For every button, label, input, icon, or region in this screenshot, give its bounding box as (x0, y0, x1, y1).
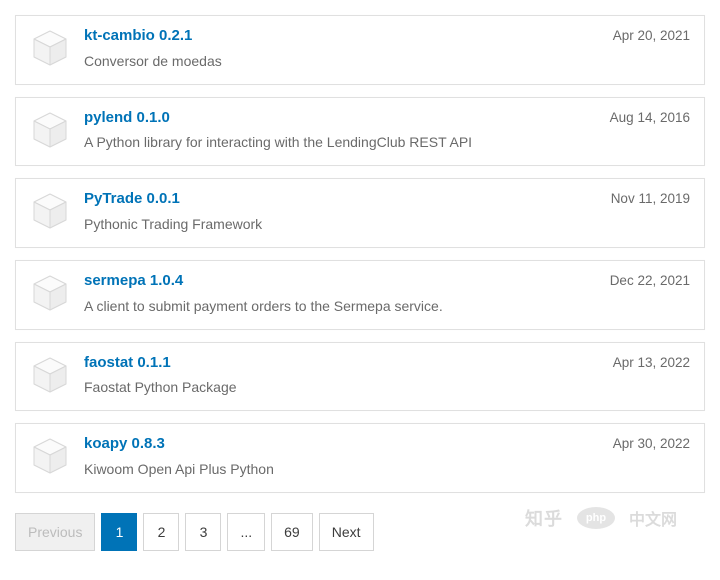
package-card[interactable]: sermepa 1.0.4 A client to submit payment … (15, 260, 705, 330)
pagination-page-3[interactable]: 3 (185, 513, 221, 551)
package-cube-icon (30, 191, 70, 231)
package-date: Apr 20, 2021 (601, 26, 690, 43)
package-description: A Python library for interacting with th… (84, 133, 598, 151)
package-info: sermepa 1.0.4 A client to submit payment … (84, 271, 598, 315)
package-title-link[interactable]: faostat 0.1.1 (84, 353, 601, 373)
package-description: Conversor de moedas (84, 52, 601, 70)
package-info: koapy 0.8.3 Kiwoom Open Api Plus Python (84, 434, 601, 478)
package-title-link[interactable]: koapy 0.8.3 (84, 434, 601, 454)
package-title-link[interactable]: sermepa 1.0.4 (84, 271, 598, 291)
package-date: Apr 13, 2022 (601, 353, 690, 370)
package-cube-icon (30, 110, 70, 150)
package-title-link[interactable]: PyTrade 0.0.1 (84, 189, 599, 209)
pagination-ellipsis: ... (227, 513, 265, 551)
package-description: Faostat Python Package (84, 378, 601, 396)
pagination-previous: Previous (15, 513, 95, 551)
package-cube-icon (30, 436, 70, 476)
package-card[interactable]: koapy 0.8.3 Kiwoom Open Api Plus PythonAp… (15, 423, 705, 493)
package-description: Pythonic Trading Framework (84, 215, 599, 233)
package-info: PyTrade 0.0.1 Pythonic Trading Framework (84, 189, 599, 233)
pagination-page-2[interactable]: 2 (143, 513, 179, 551)
package-date: Dec 22, 2021 (598, 271, 690, 288)
pagination-next[interactable]: Next (319, 513, 374, 551)
package-title-link[interactable]: kt-cambio 0.2.1 (84, 26, 601, 46)
package-description: Kiwoom Open Api Plus Python (84, 460, 601, 478)
package-cube-icon (30, 273, 70, 313)
pagination-page-1: 1 (101, 513, 137, 551)
package-cube-icon (30, 28, 70, 68)
package-date: Apr 30, 2022 (601, 434, 690, 451)
package-title-link[interactable]: pylend 0.1.0 (84, 108, 598, 128)
package-info: pylend 0.1.0 A Python library for interac… (84, 108, 598, 152)
package-cube-icon (30, 355, 70, 395)
package-card[interactable]: faostat 0.1.1 Faostat Python PackageApr 1… (15, 342, 705, 412)
package-card[interactable]: kt-cambio 0.2.1 Conversor de moedasApr 20… (15, 15, 705, 85)
package-card[interactable]: pylend 0.1.0 A Python library for interac… (15, 97, 705, 167)
package-date: Nov 11, 2019 (599, 189, 690, 206)
package-description: A client to submit payment orders to the… (84, 297, 598, 315)
pagination: Previous 123...69 Next (15, 513, 705, 551)
package-card[interactable]: PyTrade 0.0.1 Pythonic Trading FrameworkN… (15, 178, 705, 248)
pagination-page-69[interactable]: 69 (271, 513, 313, 551)
package-info: faostat 0.1.1 Faostat Python Package (84, 353, 601, 397)
package-info: kt-cambio 0.2.1 Conversor de moedas (84, 26, 601, 70)
package-date: Aug 14, 2016 (598, 108, 690, 125)
